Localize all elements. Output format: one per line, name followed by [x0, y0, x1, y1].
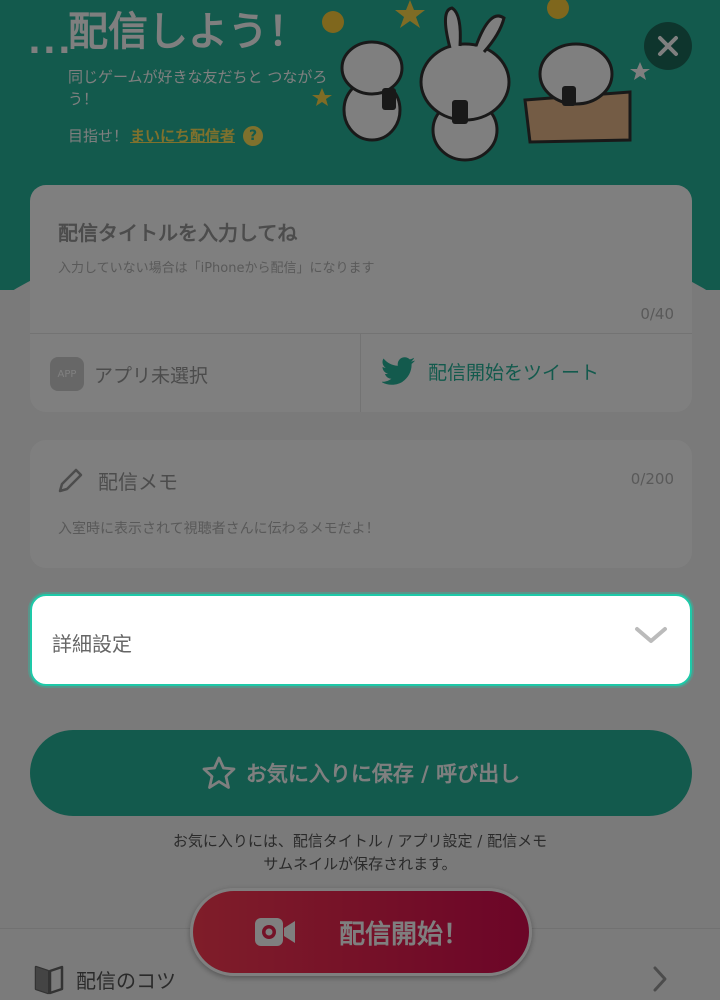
dots-decoration: ... — [28, 22, 73, 62]
dog-character — [340, 40, 404, 142]
stream-memo-card[interactable]: 配信メモ 0/200 入室時に表示されて視聴者さんに伝わるメモだよ！ — [30, 440, 692, 568]
twitter-bird-icon — [382, 357, 415, 385]
divider — [30, 333, 692, 334]
daily-streamer-link[interactable]: まいにち配信者 — [130, 124, 235, 148]
page-subtitle: 同じゲームが好きな友だちと つながろう！ — [68, 68, 328, 108]
star-icon — [630, 62, 650, 80]
emoji-icon — [547, 0, 569, 19]
rabbit-character — [419, 6, 511, 162]
close-button[interactable] — [644, 22, 692, 70]
stream-setup-page: ... 配信しよう！ 同じゲームが好きな友だちと つながろう！ 目指せ！ まいに… — [0, 0, 720, 1000]
stream-title-card: 配信タイトルを入力してね 入力していない場合は「iPhoneから配信」になります… — [30, 185, 692, 412]
app-select-label: アプリ未選択 — [94, 364, 209, 387]
memo-header: 配信メモ — [56, 466, 178, 495]
advanced-settings-dropdown[interactable]: 詳細設定 — [30, 594, 692, 686]
close-icon — [658, 36, 678, 56]
daily-streamer-prefix: 目指せ！ — [68, 127, 129, 145]
advanced-settings-label: 詳細設定 — [52, 632, 132, 656]
chevron-right-icon — [653, 966, 667, 992]
stream-title-char-count: 0/40 — [640, 305, 674, 323]
tips-row: 配信のコツ — [34, 963, 176, 995]
emoji-icon — [322, 11, 344, 33]
favorites-button[interactable]: お気に入りに保存 / 呼び出し — [30, 730, 692, 816]
app-select-button[interactable]: APP アプリ未選択 — [50, 357, 208, 391]
stream-title-hint: 入力していない場合は「iPhoneから配信」になります — [58, 261, 375, 276]
memo-hint: 入室時に表示されて視聴者さんに伝わるメモだよ！ — [58, 521, 380, 537]
tips-label: 配信のコツ — [76, 968, 176, 993]
memo-char-count: 0/200 — [630, 470, 674, 488]
memo-label: 配信メモ — [98, 470, 178, 494]
star-outline-icon — [202, 756, 236, 789]
start-stream-button[interactable]: 配信開始！ — [190, 888, 532, 976]
star-icon — [312, 88, 332, 106]
mascot-illustration — [312, 0, 650, 162]
divider — [360, 333, 361, 412]
app-icon: APP — [50, 357, 84, 391]
favorites-note-line: お気に入りには、配信タイトル / アプリ設定 / 配信メモ — [172, 832, 548, 850]
start-stream-label: 配信開始！ — [338, 919, 469, 950]
tweet-toggle-button[interactable]: 配信開始をツイート — [382, 357, 599, 385]
favorites-note-line: サムネイルが保存されます。 — [263, 855, 457, 873]
tweet-label: 配信開始をツイート — [428, 361, 600, 384]
favorites-note: お気に入りには、配信タイトル / アプリ設定 / 配信メモ サムネイルが保存され… — [0, 830, 720, 876]
stream-title-input[interactable]: 配信タイトルを入力してね — [58, 217, 297, 246]
star-icon — [395, 0, 425, 28]
daily-streamer-row: 目指せ！ まいにち配信者 ? — [68, 124, 264, 148]
video-camera-icon — [254, 918, 295, 946]
hamster-character — [523, 42, 632, 144]
favorites-label: お気に入りに保存 / 呼び出し — [245, 762, 521, 786]
chevron-down-icon — [635, 627, 667, 643]
help-icon[interactable]: ? — [243, 126, 264, 146]
pencil-icon — [58, 468, 83, 492]
page-title: 配信しよう！ — [68, 9, 308, 55]
book-icon — [34, 965, 64, 995]
